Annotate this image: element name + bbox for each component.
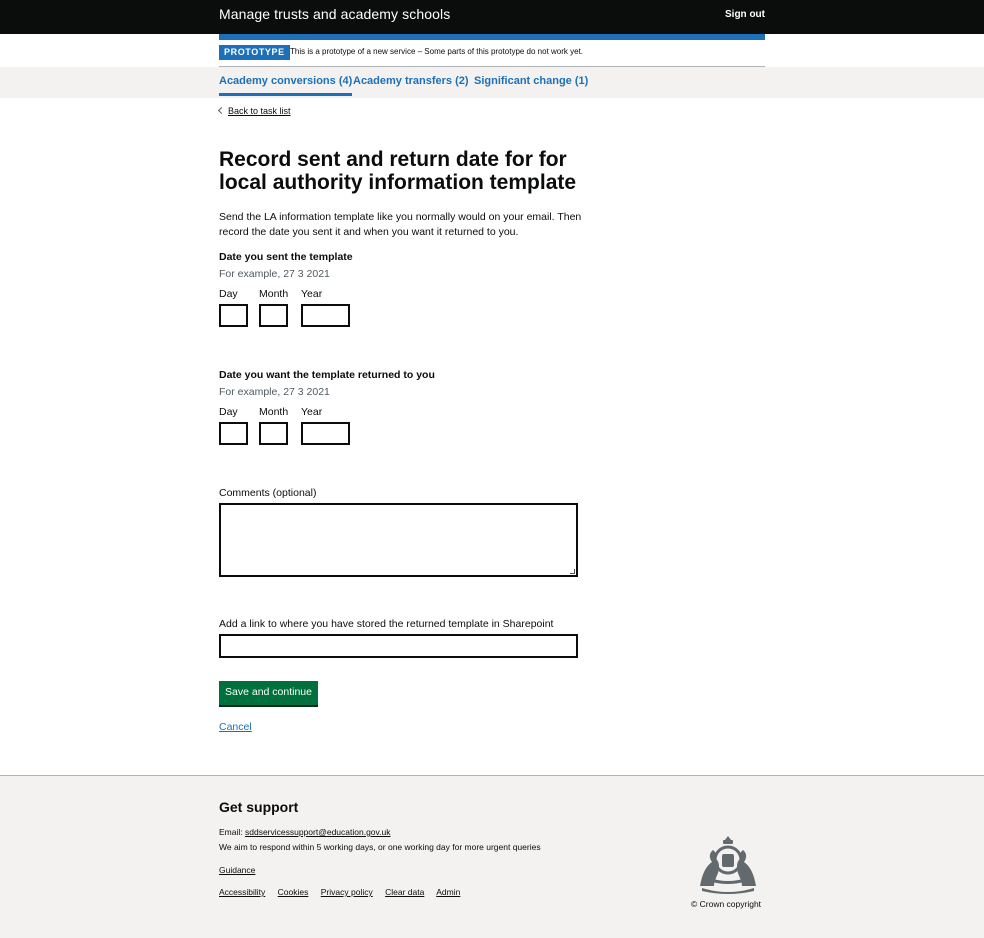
back-link[interactable]: Back to task list xyxy=(217,106,291,116)
service-name[interactable]: Manage trusts and academy schools xyxy=(219,6,450,22)
sub-navigation: Academy conversions (4) Academy transfer… xyxy=(0,67,984,98)
return-date-legend: Date you want the template returned to y… xyxy=(219,369,435,381)
comments-textarea[interactable] xyxy=(219,503,578,577)
return-day-label: Day xyxy=(219,406,238,418)
footer-link-privacy-policy[interactable]: Privacy policy xyxy=(321,887,373,897)
footer-respond-text: We aim to respond within 5 working days,… xyxy=(219,842,541,852)
crown-copyright: © Crown copyright xyxy=(691,899,762,909)
resize-handle-icon[interactable] xyxy=(570,569,575,574)
page-title: Record sent and return date for for loca… xyxy=(219,148,577,194)
sent-date-hint: For example, 27 3 2021 xyxy=(219,268,330,280)
return-month-label: Month xyxy=(259,406,289,418)
footer-email-prefix: Email: xyxy=(219,827,245,837)
tab-significant-change[interactable]: Significant change (1) xyxy=(474,75,588,87)
return-day-input[interactable] xyxy=(219,422,248,445)
phase-tag: PROTOTYPE xyxy=(219,45,290,60)
royal-coat-of-arms-icon xyxy=(700,836,756,894)
site-footer: Get support Email: sddservicessupport@ed… xyxy=(0,775,984,938)
site-header: Manage trusts and academy schools Sign o… xyxy=(0,0,984,34)
support-email-link[interactable]: sddservicessupport@education.gov.uk xyxy=(245,827,391,837)
phase-banner: PROTOTYPE This is a prototype of a new s… xyxy=(219,45,765,67)
sent-month-input[interactable] xyxy=(259,304,288,327)
sent-day-input[interactable] xyxy=(219,304,248,327)
cancel-link[interactable]: Cancel xyxy=(219,721,252,733)
footer-link-clear-data[interactable]: Clear data xyxy=(385,887,424,897)
footer-heading: Get support xyxy=(219,799,299,815)
save-and-continue-button[interactable]: Save and continue xyxy=(219,681,318,705)
sign-out-link[interactable]: Sign out xyxy=(725,9,765,20)
tab-academy-conversions[interactable]: Academy conversions (4) xyxy=(219,75,353,96)
intro-text: Send the LA information template like yo… xyxy=(219,211,582,238)
back-link-label: Back to task list xyxy=(228,106,291,116)
tab-academy-transfers[interactable]: Academy transfers (2) xyxy=(353,75,469,87)
sent-month-label: Month xyxy=(259,288,289,300)
guidance-link[interactable]: Guidance xyxy=(219,865,255,875)
sharepoint-link-label: Add a link to where you have stored the … xyxy=(219,618,554,630)
sent-day-label: Day xyxy=(219,288,238,300)
return-year-input[interactable] xyxy=(301,422,350,445)
comments-label: Comments (optional) xyxy=(219,487,317,499)
footer-links: Accessibility Cookies Privacy policy Cle… xyxy=(219,887,470,897)
return-month-input[interactable] xyxy=(259,422,288,445)
footer-link-cookies[interactable]: Cookies xyxy=(278,887,309,897)
footer-email: Email: sddservicessupport@education.gov.… xyxy=(219,827,390,837)
footer-link-admin[interactable]: Admin xyxy=(436,887,460,897)
chevron-left-icon xyxy=(217,106,226,115)
footer-link-accessibility[interactable]: Accessibility xyxy=(219,887,265,897)
return-year-label: Year xyxy=(301,406,323,418)
sent-year-label: Year xyxy=(301,288,323,300)
sent-date-legend: Date you sent the template xyxy=(219,251,353,263)
phase-text: This is a prototype of a new service – S… xyxy=(290,47,584,56)
sent-year-input[interactable] xyxy=(301,304,350,327)
return-date-hint: For example, 27 3 2021 xyxy=(219,386,330,398)
header-accent-bar xyxy=(219,34,765,40)
sharepoint-link-input[interactable] xyxy=(219,634,578,658)
